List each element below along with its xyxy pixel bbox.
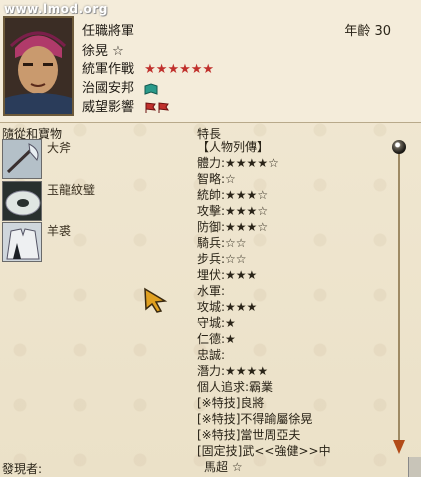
stat-row-command: 統軍作戰 ★★★★★★	[82, 58, 214, 77]
trait-line: 智略:☆	[197, 172, 236, 186]
trait-line: [※特技]不得踰屬徐晃	[197, 412, 313, 426]
stat-stars: ★★★★★★	[144, 62, 215, 77]
officer-portrait	[3, 16, 74, 116]
trait-line: 攻擊:★★★☆	[197, 204, 269, 218]
trait-line: 仁德:★	[197, 332, 236, 346]
portrait-image	[5, 18, 72, 114]
officer-name: 徐晃 ☆	[82, 44, 124, 59]
stat-label: 治國安邦	[82, 81, 135, 96]
traits-scrollbar[interactable]	[392, 140, 406, 460]
item-thumb-jade[interactable]	[2, 181, 42, 221]
cursor-icon	[144, 287, 168, 313]
window-corner	[408, 457, 421, 477]
item-thumb-axe[interactable]	[2, 139, 42, 179]
trait-line: 【人物列傳】	[197, 140, 270, 154]
trait-line: 體力:★★★★☆	[197, 156, 279, 170]
trait-line: 步兵:☆☆	[197, 252, 247, 266]
stat-label: 威望影響	[82, 100, 135, 115]
discoverer-value: 馬超 ☆	[204, 460, 243, 474]
scroll-track[interactable]	[398, 150, 400, 450]
trait-line: 防御:★★★☆	[197, 220, 269, 234]
trait-line: 水軍:	[197, 284, 226, 298]
trait-line: 騎兵:☆☆	[197, 236, 247, 250]
book-icon	[144, 82, 158, 95]
trait-line: 埋伏:★★★	[197, 268, 258, 282]
item-thumb-coat[interactable]	[2, 222, 42, 262]
trait-line: [固定技]武<<強健>>中	[197, 444, 331, 458]
site-watermark: www.lmod.org	[4, 2, 108, 16]
item-name-coat: 羊裘	[47, 224, 72, 238]
stat-row-prestige: 威望影響	[82, 96, 172, 115]
discoverer-label: 發現者:	[2, 462, 43, 476]
officer-title: 任職將軍	[82, 24, 135, 39]
scroll-thumb[interactable]	[392, 140, 406, 154]
trait-line: 攻城:★★★	[197, 300, 258, 314]
officer-header: www.lmod.org 任職將軍 年齡 30 徐晃 ☆ 統軍作戰 ★★★★★★…	[0, 0, 421, 123]
sheepskin-coat-icon	[3, 223, 41, 261]
trait-line: 忠誠:	[197, 348, 226, 362]
stat-label: 統軍作戰	[82, 62, 135, 77]
flag-icon	[145, 101, 170, 113]
trait-line: 個人追求:霸業	[197, 380, 274, 394]
jade-disc-icon	[3, 182, 41, 220]
scroll-down-arrow-icon[interactable]	[393, 440, 405, 454]
item-name-jade: 玉龍紋璧	[47, 183, 96, 197]
item-name-axe: 大斧	[47, 141, 72, 155]
trait-line: 守城:★	[197, 316, 236, 330]
trait-line: [※特技]良將	[197, 396, 265, 410]
stat-row-governance: 治國安邦	[82, 77, 158, 96]
officer-age: 年齡 30	[344, 24, 391, 39]
trait-line: 統帥:★★★☆	[197, 188, 269, 202]
axe-icon	[3, 140, 41, 178]
trait-line: [※特技]當世周亞夫	[197, 428, 301, 442]
trait-line: 潛力:★★★★	[197, 364, 269, 378]
